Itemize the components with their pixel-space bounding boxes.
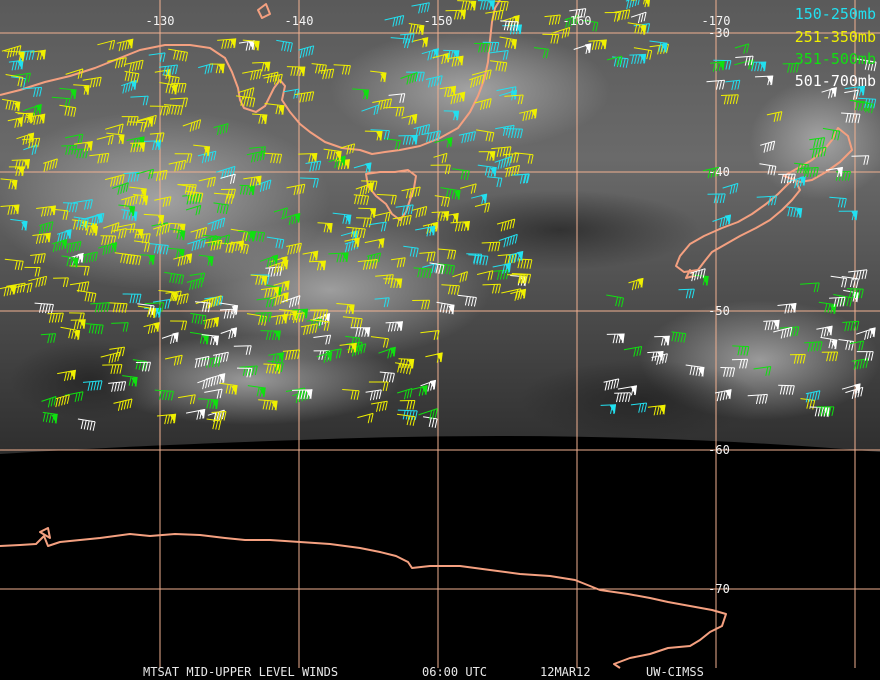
lon-label: -160	[563, 14, 592, 28]
legend-entry: 251-350mb	[795, 28, 876, 46]
legend-entry: 351-500mb	[795, 50, 876, 68]
lon-label: -150	[424, 14, 453, 28]
antarctica-coastline	[0, 533, 727, 669]
lat-label: -50	[708, 304, 730, 318]
lat-label: -70	[708, 582, 730, 596]
data-source: UW-CIMSS	[646, 665, 704, 679]
satellite-wind-map: -130 -140 -150 -160 -170 -30 -40 -50 -60…	[0, 0, 880, 680]
product-title: MTSAT MID-UPPER LEVEL WINDS	[143, 665, 338, 679]
lat-label: -60	[708, 443, 730, 457]
lat-label: -40	[708, 165, 730, 179]
lon-label: -130	[146, 14, 175, 28]
legend-entry: 150-250mb	[795, 5, 876, 23]
observation-date: 12MAR12	[540, 665, 591, 679]
legend-entry: 501-700mb	[795, 72, 876, 90]
observation-time: 06:00 UTC	[422, 665, 487, 679]
map-canvas: -130 -140 -150 -160 -170 -30 -40 -50 -60…	[0, 0, 880, 679]
lon-label: -140	[285, 14, 314, 28]
lat-label: -30	[708, 26, 730, 40]
